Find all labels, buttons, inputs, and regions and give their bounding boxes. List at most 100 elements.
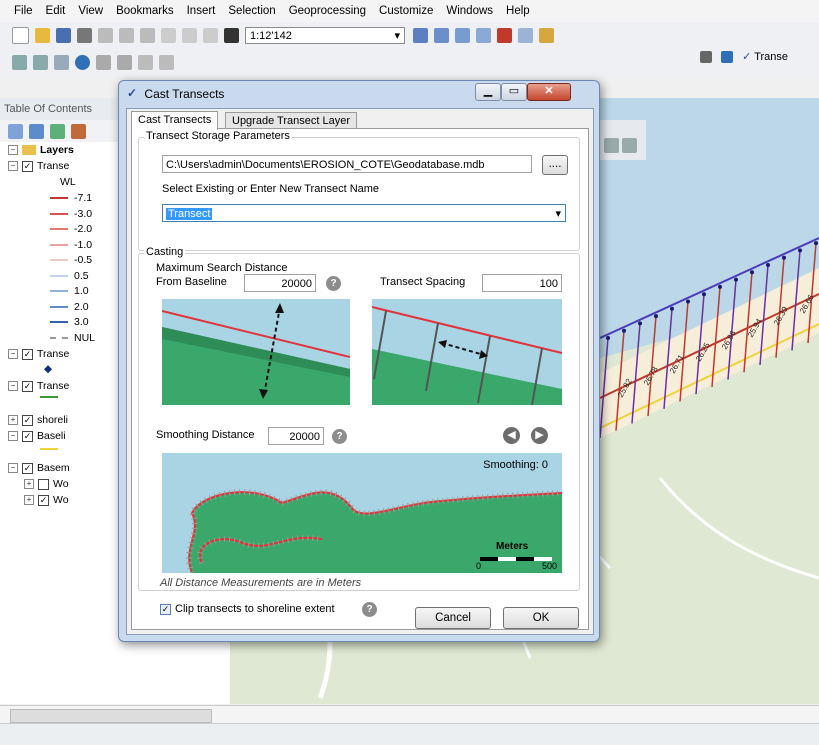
collapse-icon[interactable]: − [8,145,18,156]
zoom-in-icon[interactable] [12,55,27,70]
list-by-visibility-icon[interactable] [50,123,65,139]
delete-icon[interactable] [161,28,176,43]
chevron-down-icon[interactable]: ▾ [555,205,561,221]
clip-transects-checkbox[interactable]: ✓ [160,603,171,615]
pan-icon[interactable] [54,55,69,70]
right-toolbar-label[interactable]: Transe [754,51,788,63]
clip-transects-row[interactable]: ✓ Clip transects to shoreline extent [160,603,335,615]
list-by-source-icon[interactable] [29,123,44,139]
layer-checkbox[interactable]: ✓ [22,380,33,392]
maximize-button[interactable]: ▭ [501,83,527,101]
fixed-zoom-in-icon[interactable] [96,55,111,70]
transect-name-combobox[interactable]: Transect ▾ [162,204,566,222]
toc-layers-group[interactable]: − Layers [8,144,74,156]
menu-bookmarks[interactable]: Bookmarks [116,5,174,17]
help-icon[interactable]: ? [362,602,377,617]
full-extent-icon[interactable] [75,55,90,70]
copy-icon[interactable] [119,28,134,43]
map-scale-input[interactable]: 1:12'142 [245,27,405,45]
help-icon[interactable]: ? [332,429,347,444]
new-document-icon[interactable] [12,27,29,44]
layer-checkbox[interactable]: ✓ [38,494,49,506]
open-folder-icon[interactable] [35,28,50,43]
menu-file[interactable]: File [14,5,33,17]
back-icon[interactable] [138,55,153,70]
ok-button[interactable]: OK [503,607,579,629]
fixed-zoom-out-icon[interactable] [117,55,132,70]
horizontal-scrollbar[interactable] [0,705,819,724]
dialog-titlebar[interactable]: ✓ Cast Transects [127,85,224,101]
toc-layer-transects[interactable]: − ✓ Transe [8,160,69,172]
minimize-button[interactable]: ▁ [475,83,501,101]
toc-layer-baseline[interactable]: − ✓ Baseli [8,430,66,442]
layer-checkbox[interactable]: ✓ [22,430,33,442]
expand-icon[interactable]: + [24,479,34,490]
paste-icon[interactable] [140,28,155,43]
menu-geoprocessing[interactable]: Geoprocessing [289,5,366,17]
cut-icon[interactable] [98,28,113,43]
add-data-icon[interactable] [224,28,239,43]
catalog-icon[interactable] [455,28,470,43]
layer-checkbox[interactable]: ✓ [22,348,33,360]
layer-checkbox[interactable]: ✓ [22,160,33,172]
table-of-contents-icon[interactable] [434,28,449,43]
arrow-left-icon[interactable]: ◀ [503,427,520,444]
redo-icon[interactable] [203,28,218,43]
collapse-icon[interactable]: − [8,463,18,474]
forward-icon[interactable] [159,55,174,70]
arrow-right-icon[interactable]: ▶ [531,427,548,444]
help-icon[interactable]: ? [326,276,341,291]
editor-icon[interactable] [413,28,428,43]
line-symbol-icon [40,448,58,450]
menu-windows[interactable]: Windows [446,5,493,17]
collapse-icon[interactable]: − [8,161,18,172]
list-by-drawing-order-icon[interactable] [8,123,23,139]
menu-help[interactable]: Help [506,5,530,17]
python-window-icon[interactable] [518,28,533,43]
layout-icon[interactable] [604,138,619,153]
collapse-icon[interactable]: − [8,349,18,360]
transect-tool-icon[interactable]: ✓ [742,51,751,63]
transect-spacing-input[interactable]: 100 [482,274,562,292]
collapse-icon[interactable]: − [8,431,18,442]
arctoolbox-icon[interactable] [497,28,512,43]
menu-customize[interactable]: Customize [379,5,433,17]
browse-button[interactable]: .... [542,155,568,175]
legend-label: 2.0 [74,300,89,313]
close-button[interactable]: ✕ [527,83,571,101]
smoothing-distance-input[interactable]: 20000 [268,427,324,445]
model-builder-icon[interactable] [539,28,554,43]
expand-icon[interactable]: + [8,415,18,426]
toc-layer-transects-3[interactable]: − ✓ Transe [8,380,69,392]
undo-icon[interactable] [182,28,197,43]
list-by-selection-icon[interactable] [71,123,86,139]
zoom-out-icon[interactable] [33,55,48,70]
toc-layer-basemap[interactable]: − ✓ Basem [8,462,70,474]
print-icon[interactable] [77,28,92,43]
attributes-icon[interactable] [700,51,712,64]
expand-icon[interactable]: + [24,495,34,506]
scroll-thumb[interactable] [10,709,212,723]
tab-cast-transects[interactable]: Cast Transects [131,111,219,130]
search-window-icon[interactable] [476,28,491,43]
save-icon[interactable] [56,28,71,43]
transect-name-value[interactable]: Transect [166,208,213,220]
geodatabase-path-field[interactable]: C:\Users\admin\Documents\EROSION_COTE\Ge… [162,155,532,173]
menu-insert[interactable]: Insert [187,5,216,17]
menu-view[interactable]: View [78,5,103,17]
menu-edit[interactable]: Edit [46,5,66,17]
toc-layer-shoreline[interactable]: + ✓ shoreli [8,414,68,426]
toc-layer-world-2[interactable]: + ✓ Wo [24,494,69,506]
from-baseline-input[interactable]: 20000 [244,274,316,292]
layer-checkbox[interactable]: ✓ [22,414,33,426]
refresh-icon[interactable] [622,138,637,153]
menu-selection[interactable]: Selection [228,5,275,17]
max-search-label: Maximum Search Distance [156,262,288,274]
layer-checkbox[interactable]: ✓ [22,462,33,474]
dsas-icon[interactable] [721,51,734,64]
toc-layer-world-1[interactable]: + Wo [24,478,69,490]
toc-layer-transects-2[interactable]: − ✓ Transe [8,348,69,360]
layer-checkbox[interactable] [38,478,49,490]
cancel-button[interactable]: Cancel [415,607,491,629]
collapse-icon[interactable]: − [8,381,18,392]
